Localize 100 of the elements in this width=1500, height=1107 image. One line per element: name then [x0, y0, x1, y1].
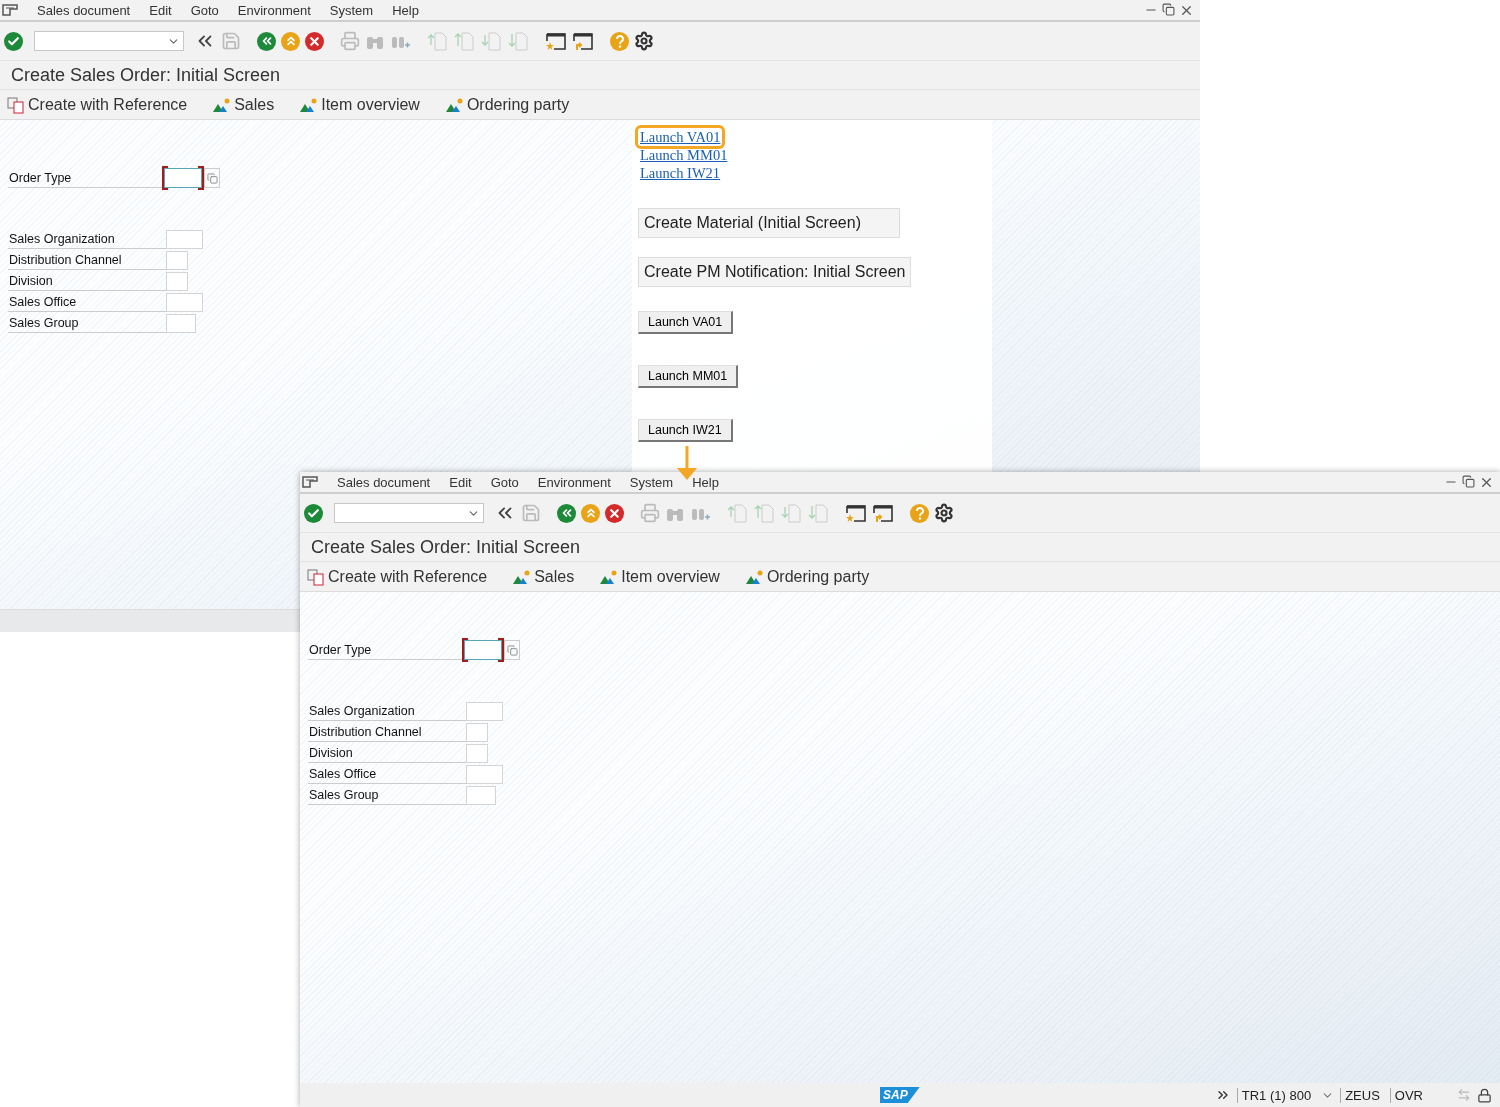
- input-field[interactable]: [466, 765, 503, 784]
- toolbar-button[interactable]: Item overview: [300, 95, 420, 114]
- exit-icon[interactable]: [281, 31, 300, 51]
- toolbar-button[interactable]: Ordering party: [445, 95, 570, 114]
- transaction-title: Create PM Notification: Initial Screen: [638, 257, 912, 287]
- toolbar-button[interactable]: Ordering party: [745, 567, 870, 586]
- save-icon[interactable]: [221, 31, 241, 51]
- menu-item[interactable]: Edit: [449, 474, 472, 490]
- back-icon[interactable]: [557, 503, 576, 523]
- menu-item[interactable]: Environment: [237, 2, 311, 18]
- menu-item[interactable]: Help: [692, 474, 719, 490]
- field-label: Division: [308, 746, 466, 763]
- mountain-icon: [445, 97, 464, 112]
- menu-icon[interactable]: [302, 476, 318, 488]
- input-field[interactable]: [466, 744, 488, 763]
- toolbar-button[interactable]: Create with Reference: [307, 567, 488, 586]
- launch-button[interactable]: Launch VA01: [638, 311, 734, 334]
- restore-icon[interactable]: [1162, 2, 1175, 18]
- input-field[interactable]: [166, 314, 196, 333]
- help-icon[interactable]: [910, 503, 929, 523]
- menu-item[interactable]: Edit: [149, 2, 172, 18]
- value-help-icon[interactable]: [504, 640, 520, 660]
- enter-icon[interactable]: [304, 503, 323, 523]
- menu-item[interactable]: Sales document: [37, 2, 131, 18]
- field-label: Division: [8, 274, 166, 291]
- menu-icon[interactable]: [2, 4, 18, 16]
- field-label: Sales Organization: [308, 704, 466, 721]
- window-star-icon[interactable]: [545, 31, 567, 51]
- page-arrow-icon[interactable]: [426, 31, 448, 51]
- input-field[interactable]: [466, 723, 488, 742]
- exit-icon[interactable]: [581, 503, 600, 523]
- window-arrow-icon[interactable]: [872, 503, 894, 523]
- screen-title: Create Sales Order: Initial Screen: [300, 533, 1500, 562]
- page-arrow-icon[interactable]: [780, 503, 802, 523]
- input-field[interactable]: [164, 168, 202, 188]
- cancel-icon[interactable]: [305, 31, 324, 51]
- mountain-icon: [300, 97, 319, 112]
- lock-icon[interactable]: [1477, 1087, 1492, 1103]
- page-arrow-icon[interactable]: [726, 503, 748, 523]
- field-label: Sales Organization: [8, 232, 166, 249]
- menu-item[interactable]: Help: [392, 2, 419, 18]
- field-label: Sales Group: [308, 788, 466, 805]
- page-arrow-icon[interactable]: [480, 31, 502, 51]
- field-label: Distribution Channel: [8, 253, 166, 270]
- cancel-icon[interactable]: [605, 503, 624, 523]
- status-item: ZEUS: [1340, 1087, 1384, 1103]
- input-field[interactable]: [166, 272, 188, 291]
- field-label: Sales Office: [308, 767, 466, 784]
- mountain-icon: [513, 569, 532, 584]
- copy-document-icon: [7, 95, 25, 114]
- input-field[interactable]: [166, 293, 203, 312]
- input-field[interactable]: [166, 251, 188, 270]
- menu-item[interactable]: System: [329, 2, 374, 18]
- input-field[interactable]: [466, 786, 496, 805]
- settings-icon[interactable]: [634, 31, 654, 51]
- window-star-icon[interactable]: [845, 503, 867, 523]
- screen-title: Create Sales Order: Initial Screen: [0, 61, 1200, 90]
- printer-icon[interactable]: [340, 31, 360, 51]
- back-icon[interactable]: [257, 31, 276, 51]
- menu-item[interactable]: Goto: [490, 474, 519, 490]
- status-item: OVR: [1389, 1087, 1427, 1103]
- launch-button[interactable]: Launch IW21: [638, 419, 733, 442]
- menu-item[interactable]: Environment: [537, 474, 611, 490]
- window-arrow-icon[interactable]: [572, 31, 594, 51]
- value-help-icon[interactable]: [204, 168, 220, 188]
- printer-icon[interactable]: [640, 503, 660, 523]
- input-field[interactable]: [464, 640, 502, 660]
- menu-item[interactable]: System: [629, 474, 674, 490]
- toolbar-button[interactable]: Create with Reference: [7, 95, 188, 114]
- settings-icon[interactable]: [934, 503, 954, 523]
- command-field[interactable]: [334, 503, 484, 523]
- enter-icon[interactable]: [4, 31, 23, 51]
- menu-item[interactable]: Sales document: [337, 474, 431, 490]
- toolbar-button[interactable]: Sales: [213, 95, 275, 114]
- help-icon[interactable]: [610, 31, 629, 51]
- field-label: Sales Office: [8, 295, 166, 312]
- mountain-icon: [600, 569, 619, 584]
- toolbar-button[interactable]: Sales: [513, 567, 575, 586]
- status-item: TR1 (1) 800: [1236, 1087, 1316, 1103]
- save-icon[interactable]: [521, 503, 541, 523]
- field-label: Distribution Channel: [308, 725, 466, 742]
- swap-arrows-icon[interactable]: [1457, 1088, 1471, 1102]
- command-field[interactable]: [34, 31, 184, 51]
- launch-link[interactable]: Launch MM01: [638, 146, 730, 164]
- launch-link[interactable]: Launch VA01: [638, 128, 723, 146]
- input-field[interactable]: [166, 230, 203, 249]
- page-arrow-icon[interactable]: [507, 31, 529, 51]
- launch-link[interactable]: Launch IW21: [638, 164, 723, 182]
- launch-button[interactable]: Launch MM01: [638, 365, 739, 388]
- page-arrow-icon[interactable]: [753, 503, 775, 523]
- sap-logo: SAP: [880, 1087, 920, 1103]
- page-arrow-icon[interactable]: [453, 31, 475, 51]
- mountain-icon: [213, 97, 232, 112]
- input-field[interactable]: [466, 702, 503, 721]
- transaction-title: Create Material (Initial Screen): [638, 208, 900, 238]
- menu-item[interactable]: Goto: [190, 2, 219, 18]
- restore-icon[interactable]: [1462, 474, 1475, 490]
- page-arrow-icon[interactable]: [807, 503, 829, 523]
- field-label: Sales Group: [8, 316, 166, 333]
- toolbar-button[interactable]: Item overview: [600, 567, 720, 586]
